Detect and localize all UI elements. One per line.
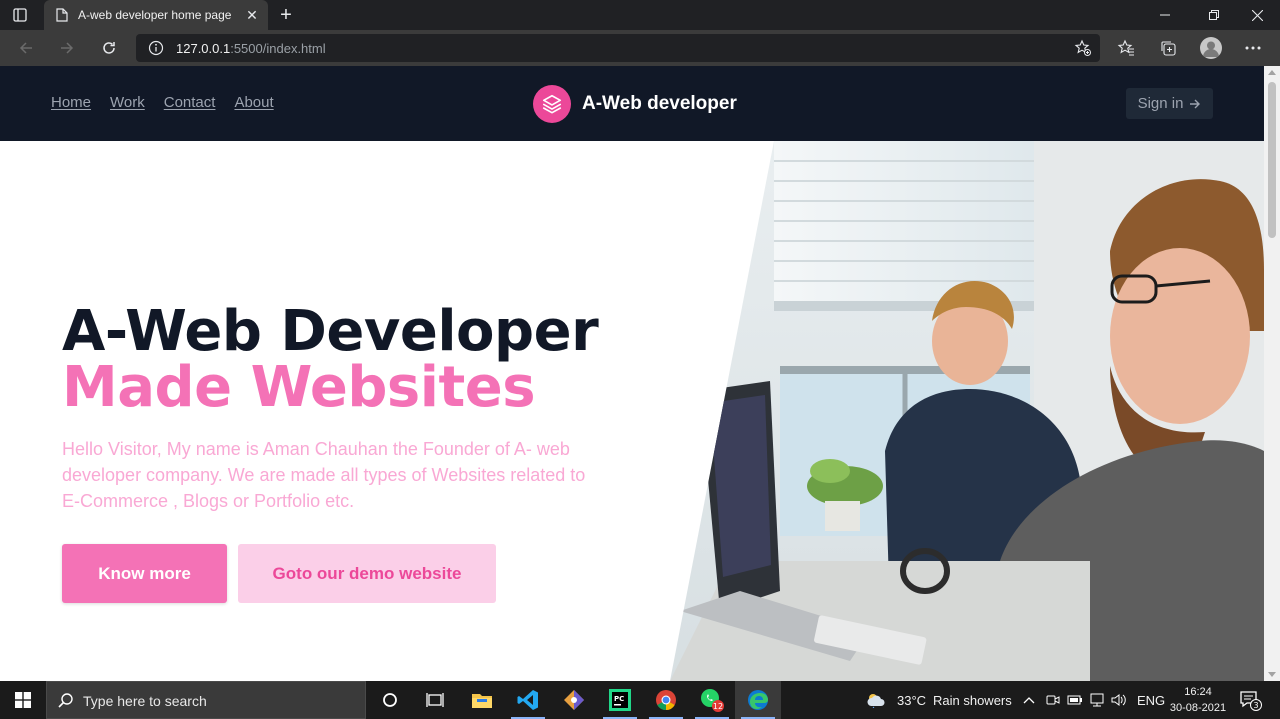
favorites-icon[interactable] xyxy=(1116,38,1136,58)
search-placeholder: Type here to search xyxy=(83,693,207,709)
language-indicator[interactable]: ENG xyxy=(1137,693,1165,708)
brand[interactable]: A-Web developer xyxy=(533,85,737,123)
weather-icon[interactable] xyxy=(856,681,896,719)
more-options-icon[interactable] xyxy=(1243,38,1263,58)
browser-tab[interactable]: A-web developer home page ✕ xyxy=(44,0,268,30)
taskbar: Type here to search PC 12 33°C Rain show… xyxy=(0,681,1280,719)
git-app-icon[interactable] xyxy=(551,681,597,719)
arrow-right-icon xyxy=(1190,99,1201,108)
chrome-icon[interactable] xyxy=(643,681,689,719)
whatsapp-icon[interactable]: 12 xyxy=(689,681,735,719)
signin-button[interactable]: Sign in xyxy=(1126,88,1213,119)
nav-contact-link[interactable]: Contact xyxy=(164,94,216,111)
cortana-icon[interactable] xyxy=(367,681,413,719)
weather-temp: 33°C xyxy=(897,693,927,708)
signin-label: Sign in xyxy=(1137,95,1184,112)
url-text: 127.0.0.1:5500/index.html xyxy=(176,41,326,56)
layers-icon xyxy=(533,85,571,123)
scroll-thumb[interactable] xyxy=(1268,82,1276,238)
nav-work-link[interactable]: Work xyxy=(110,94,145,111)
nav-about-link[interactable]: About xyxy=(234,94,273,111)
svg-text:PC: PC xyxy=(614,695,624,703)
tab-actions-icon[interactable] xyxy=(12,7,28,23)
browser-toolbar: 127.0.0.1:5500/index.html xyxy=(0,30,1280,66)
demo-website-button[interactable]: Goto our demo website xyxy=(238,544,496,603)
address-bar[interactable]: 127.0.0.1:5500/index.html xyxy=(136,34,1100,62)
forward-arrow-icon[interactable] xyxy=(55,36,79,60)
nav-home-link[interactable]: Home xyxy=(51,94,91,111)
clock-date: 30-08-2021 xyxy=(1169,702,1227,714)
main-nav: Home Work Contact About xyxy=(51,94,274,111)
url-host: 127.0.0.1 xyxy=(176,41,231,56)
brand-name: A-Web developer xyxy=(582,93,737,114)
volume-icon[interactable] xyxy=(1108,681,1130,719)
refresh-icon[interactable] xyxy=(97,36,121,60)
system-clock[interactable]: 16:24 30-08-2021 xyxy=(1166,684,1230,716)
meet-now-icon[interactable] xyxy=(1042,681,1064,719)
file-explorer-icon[interactable] xyxy=(459,681,505,719)
windows-start-icon[interactable] xyxy=(0,681,46,719)
page-viewport: Home Work Contact About A-Web developer … xyxy=(0,66,1264,681)
scroll-up-icon[interactable] xyxy=(1268,70,1276,75)
scroll-down-icon[interactable] xyxy=(1268,672,1276,677)
notifications-icon[interactable]: 3 xyxy=(1238,689,1262,711)
task-view-icon[interactable] xyxy=(412,681,458,719)
hero-description: Hello Visitor, My name is Aman Chauhan t… xyxy=(62,439,586,511)
close-window-icon[interactable] xyxy=(1234,0,1280,30)
new-tab-icon[interactable]: + xyxy=(276,5,296,25)
site-header: Home Work Contact About A-Web developer … xyxy=(0,66,1264,141)
page-icon xyxy=(56,8,68,22)
hero-title-line1: A-Web Developer xyxy=(62,299,599,364)
weather-condition: Rain showers xyxy=(933,693,1012,708)
back-arrow-icon[interactable] xyxy=(14,36,38,60)
know-more-button[interactable]: Know more xyxy=(62,544,227,603)
site-info-icon[interactable] xyxy=(148,40,164,56)
notification-count: 3 xyxy=(1253,701,1258,710)
browser-titlebar: A-web developer home page ✕ + xyxy=(0,0,1280,30)
battery-icon[interactable] xyxy=(1064,681,1086,719)
hero-section: A-Web Developer Made Websites Hello Visi… xyxy=(62,304,682,603)
tab-title: A-web developer home page xyxy=(78,8,232,22)
network-icon[interactable] xyxy=(1086,681,1108,719)
whatsapp-badge: 12 xyxy=(713,702,723,711)
clock-time: 16:24 xyxy=(1184,686,1212,698)
chevron-up-icon[interactable] xyxy=(1018,681,1040,719)
search-icon xyxy=(57,692,75,710)
profile-avatar[interactable] xyxy=(1200,37,1222,59)
restore-icon[interactable] xyxy=(1191,0,1237,30)
hero-title-line2: Made Websites xyxy=(62,355,536,420)
page-scrollbar[interactable] xyxy=(1264,66,1280,681)
collections-icon[interactable] xyxy=(1158,38,1178,58)
minimize-icon[interactable] xyxy=(1142,0,1188,30)
hero-title: A-Web Developer Made Websites xyxy=(62,304,682,416)
url-path: :5500/index.html xyxy=(230,41,326,56)
pycharm-icon[interactable]: PC xyxy=(597,681,643,719)
vscode-icon[interactable] xyxy=(505,681,551,719)
edge-icon[interactable] xyxy=(735,681,781,719)
close-tab-icon[interactable]: ✕ xyxy=(244,7,260,23)
taskbar-search[interactable]: Type here to search xyxy=(46,681,366,719)
hero-image xyxy=(670,141,1264,681)
hero-buttons: Know more Goto our demo website xyxy=(62,544,682,603)
add-favorite-icon[interactable] xyxy=(1074,39,1092,57)
